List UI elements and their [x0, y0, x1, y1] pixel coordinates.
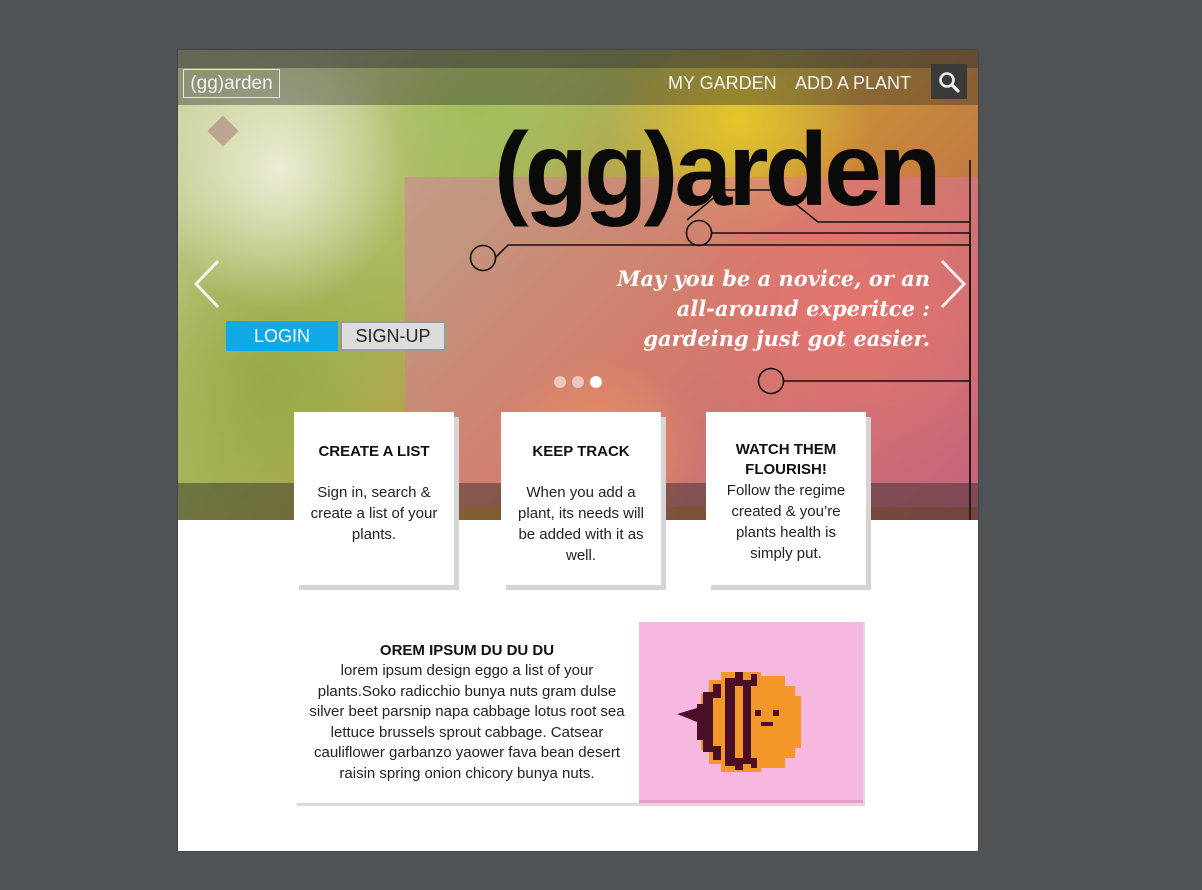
- login-button[interactable]: LOGIN: [226, 321, 338, 351]
- tagline-line: May you be a novice, or an: [617, 266, 930, 291]
- feature-card-watch-flourish: WATCH THEM FLOURISH! Follow the regime c…: [706, 412, 866, 585]
- nav-add-a-plant[interactable]: ADD A PLANT: [795, 70, 911, 96]
- carousel-dot-active[interactable]: [590, 376, 602, 388]
- signup-button[interactable]: SIGN-UP: [340, 321, 446, 351]
- feature-body: Follow the regime created & you’re plant…: [726, 482, 846, 562]
- tagline-line: gardeing just got easier.: [643, 326, 930, 351]
- chevron-right-icon: [940, 259, 967, 309]
- feature-body: When you add a plant, its needs will be …: [518, 484, 644, 564]
- info-body: lorem ipsum design eggo a list of your p…: [309, 662, 625, 782]
- page-frame: (gg)arden MY GARDEN ADD A PLANT (gg)arde…: [178, 50, 978, 851]
- info-text: OREM IPSUM DU DU DU lorem ipsum design e…: [295, 619, 639, 785]
- carousel-prev-button[interactable]: [192, 256, 222, 326]
- search-button[interactable]: [931, 64, 967, 99]
- top-nav-bar: (gg)arden MY GARDEN ADD A PLANT: [178, 50, 978, 105]
- carousel-dots: [554, 376, 602, 388]
- feature-body: Sign in, search & create a list of your …: [310, 484, 438, 543]
- tagline-line: all-around experitce :: [676, 296, 930, 321]
- carousel-dot[interactable]: [572, 376, 584, 388]
- feature-title: KEEP TRACK: [532, 443, 630, 460]
- top-nav-strip: [178, 50, 978, 68]
- carousel-next-button[interactable]: [938, 256, 968, 326]
- carousel-dot[interactable]: [554, 376, 566, 388]
- pixel-bee-icon: [677, 672, 801, 772]
- info-title: OREM IPSUM DU DU DU: [379, 642, 555, 659]
- search-icon: [939, 71, 960, 93]
- chevron-left-icon: [193, 259, 220, 309]
- nav-my-garden[interactable]: MY GARDEN: [668, 70, 777, 96]
- auth-buttons: LOGIN SIGN-UP: [226, 321, 446, 351]
- feature-card-keep-track: KEEP TRACK When you add a plant, its nee…: [501, 412, 661, 585]
- info-box: OREM IPSUM DU DU DU lorem ipsum design e…: [295, 619, 863, 803]
- hero-title: (gg)arden: [494, 112, 942, 228]
- bee-image: [639, 622, 863, 803]
- hero-tagline: May you be a novice, or an all-around ex…: [558, 264, 930, 354]
- site-logo[interactable]: (gg)arden: [183, 69, 280, 98]
- feature-card-create-list: CREATE A LIST Sign in, search & create a…: [294, 412, 454, 585]
- feature-title: WATCH THEM FLOURISH!: [735, 441, 837, 478]
- feature-title: CREATE A LIST: [318, 443, 430, 460]
